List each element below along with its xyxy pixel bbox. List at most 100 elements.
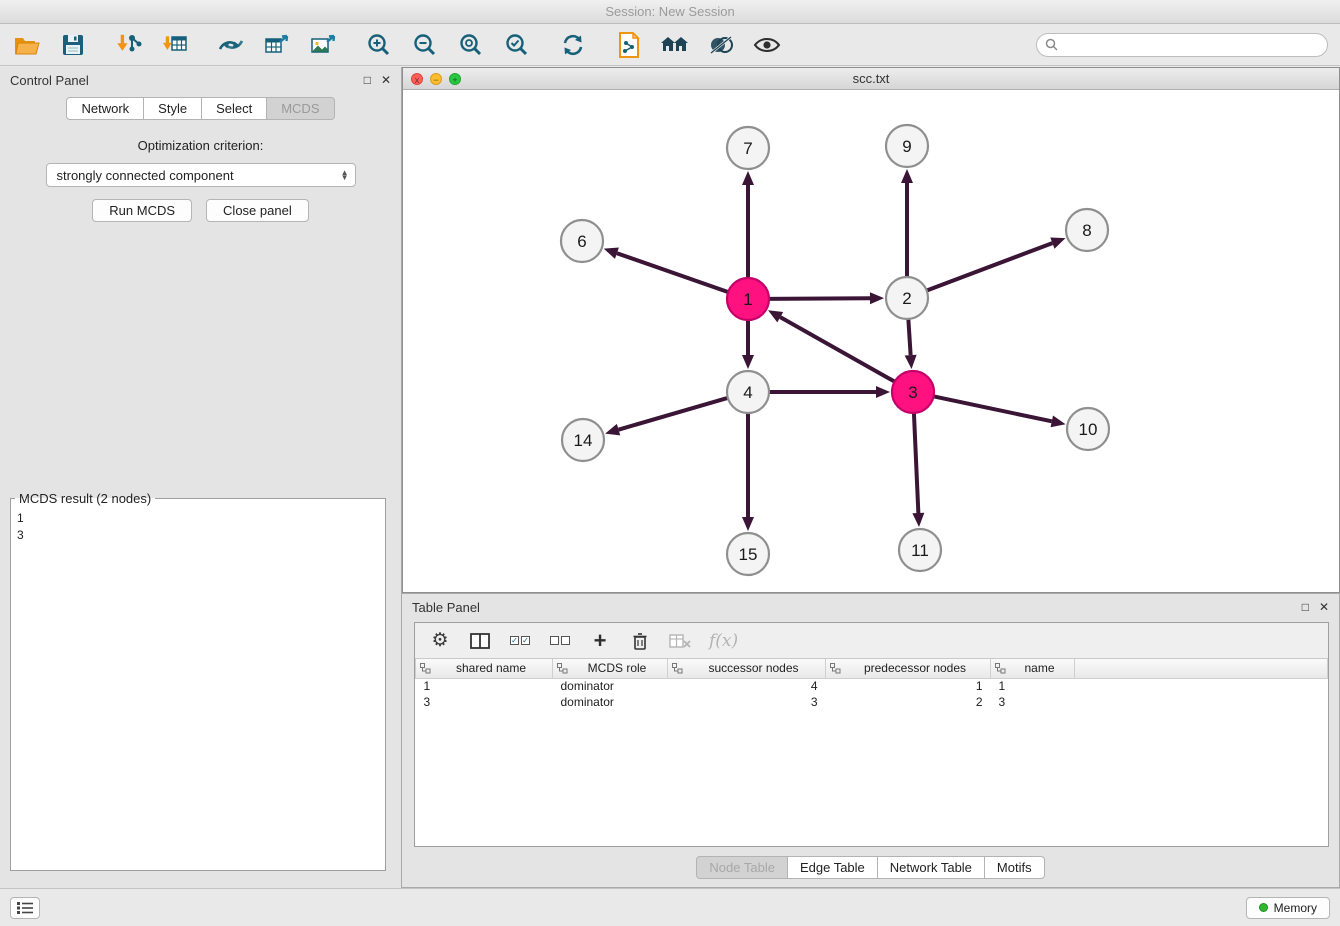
control-panel-header: Control Panel □ ✕ xyxy=(0,67,401,93)
home-button[interactable] xyxy=(660,30,690,60)
window-close-button[interactable]: x xyxy=(411,73,423,85)
tab-node-table[interactable]: Node Table xyxy=(696,856,788,879)
window-minimize-button[interactable]: − xyxy=(430,73,442,85)
chevron-updown-icon: ▲▼ xyxy=(341,170,349,180)
cell-predecessor-nodes[interactable]: 2 xyxy=(826,694,991,710)
graph-edge-3-1[interactable] xyxy=(780,317,896,383)
export-image-button[interactable] xyxy=(308,30,338,60)
tab-style[interactable]: Style xyxy=(144,97,202,120)
network-file-icon xyxy=(618,32,640,58)
mcds-tab-content: Optimization criterion: strongly connect… xyxy=(0,120,401,222)
control-panel-float-button[interactable]: □ xyxy=(364,73,371,87)
column-type-icon xyxy=(995,663,1006,674)
function-builder-button[interactable]: f(x) xyxy=(709,629,738,653)
zoom-selected-button[interactable] xyxy=(502,30,532,60)
search-input[interactable] xyxy=(1063,37,1319,53)
column-header-name[interactable]: name xyxy=(991,659,1075,678)
graph-edge-3-10[interactable] xyxy=(932,396,1052,421)
import-network-icon xyxy=(116,33,142,57)
graph-arrowhead xyxy=(605,424,620,436)
window-zoom-button[interactable]: + xyxy=(449,73,461,85)
graph-edge-4-14[interactable] xyxy=(619,397,730,429)
save-session-button[interactable] xyxy=(58,30,88,60)
cell-shared-name[interactable]: 1 xyxy=(416,678,553,694)
column-header-predecessor-nodes[interactable]: predecessor nodes xyxy=(826,659,991,678)
cell-predecessor-nodes[interactable]: 1 xyxy=(826,678,991,694)
add-column-button[interactable]: + xyxy=(589,629,611,653)
cell-name[interactable]: 3 xyxy=(991,694,1075,710)
tab-edge-table[interactable]: Edge Table xyxy=(788,856,878,879)
style-button[interactable] xyxy=(706,30,736,60)
zoom-fit-button[interactable] xyxy=(456,30,486,60)
table-row[interactable]: 1 dominator 4 1 1 xyxy=(416,678,1328,694)
export-network-button[interactable] xyxy=(216,30,246,60)
deselect-all-button[interactable] xyxy=(549,629,571,653)
show-hide-button[interactable] xyxy=(752,30,782,60)
task-list-icon xyxy=(17,902,33,914)
tab-mcds[interactable]: MCDS xyxy=(267,97,334,120)
cell-shared-name[interactable]: 3 xyxy=(416,694,553,710)
cell-mcds-role[interactable]: dominator xyxy=(553,694,668,710)
graph-arrowhead xyxy=(1051,415,1066,427)
optimization-criterion-select[interactable]: strongly connected component ▲▼ xyxy=(46,163,356,187)
table-panel-tabs: Node Table Edge Table Network Table Moti… xyxy=(402,856,1339,879)
graph-node-label: 4 xyxy=(743,383,752,402)
network-window: x − + scc.txt 7968124314101511 xyxy=(402,67,1340,593)
import-table-button[interactable] xyxy=(160,30,190,60)
table-settings-button[interactable]: ⚙ xyxy=(429,629,451,653)
tab-select[interactable]: Select xyxy=(202,97,267,120)
import-network-button[interactable] xyxy=(114,30,144,60)
graph-edge-3-11[interactable] xyxy=(914,411,919,513)
graph-node-label: 6 xyxy=(577,232,586,251)
zoom-in-button[interactable] xyxy=(364,30,394,60)
run-mcds-button[interactable]: Run MCDS xyxy=(92,199,192,222)
graph-arrowhead xyxy=(1050,237,1065,248)
graph-node-label: 2 xyxy=(902,289,911,308)
zoom-in-icon xyxy=(367,33,391,57)
cell-successor-nodes[interactable]: 3 xyxy=(668,694,826,710)
export-table-button[interactable] xyxy=(262,30,292,60)
tab-network[interactable]: Network xyxy=(66,97,144,120)
close-panel-button[interactable]: Close panel xyxy=(206,199,309,222)
tab-motifs[interactable]: Motifs xyxy=(985,856,1045,879)
refresh-button[interactable] xyxy=(558,30,588,60)
column-header-shared-name[interactable]: shared name xyxy=(416,659,553,678)
column-type-icon xyxy=(672,663,683,674)
deselect-all-icon xyxy=(550,636,570,645)
search-box[interactable] xyxy=(1036,33,1328,57)
network-canvas[interactable]: 7968124314101511 xyxy=(403,90,1339,592)
column-header-mcds-role[interactable]: MCDS role xyxy=(553,659,668,678)
delete-table-button[interactable] xyxy=(669,629,691,653)
graph-edge-1-6[interactable] xyxy=(617,253,730,293)
column-header-successor-nodes[interactable]: successor nodes xyxy=(668,659,826,678)
select-all-button[interactable]: ✓✓ xyxy=(509,629,531,653)
columns-icon xyxy=(470,633,490,649)
cell-successor-nodes[interactable]: 4 xyxy=(668,678,826,694)
delete-column-button[interactable] xyxy=(629,629,651,653)
mcds-result-item: 3 xyxy=(17,527,379,544)
graph-arrowhead xyxy=(905,355,917,369)
task-history-button[interactable] xyxy=(10,897,40,919)
table-panel-close-button[interactable]: ✕ xyxy=(1319,600,1329,614)
show-columns-button[interactable] xyxy=(469,629,491,653)
table-panel-float-button[interactable]: □ xyxy=(1302,600,1309,614)
memory-status-icon xyxy=(1259,903,1268,912)
memory-button[interactable]: Memory xyxy=(1246,897,1330,919)
graph-node-label: 9 xyxy=(902,137,911,156)
export-network-icon xyxy=(218,33,244,57)
cell-name[interactable]: 1 xyxy=(991,678,1075,694)
cell-mcds-role[interactable]: dominator xyxy=(553,678,668,694)
graph-edge-2-8[interactable] xyxy=(925,243,1053,291)
tab-network-table[interactable]: Network Table xyxy=(878,856,985,879)
network-window-titlebar[interactable]: x − + scc.txt xyxy=(403,68,1339,90)
network-file-button[interactable] xyxy=(614,30,644,60)
main-toolbar xyxy=(0,24,1340,66)
graph-node-label: 11 xyxy=(911,541,929,560)
mcds-result-list: 1 3 xyxy=(11,508,385,546)
table-row[interactable]: 3 dominator 3 2 3 xyxy=(416,694,1328,710)
graph-edge-2-3[interactable] xyxy=(908,317,910,355)
graph-edge-1-2[interactable] xyxy=(767,298,870,299)
open-session-button[interactable] xyxy=(12,30,42,60)
zoom-out-button[interactable] xyxy=(410,30,440,60)
control-panel-close-button[interactable]: ✕ xyxy=(381,73,391,87)
